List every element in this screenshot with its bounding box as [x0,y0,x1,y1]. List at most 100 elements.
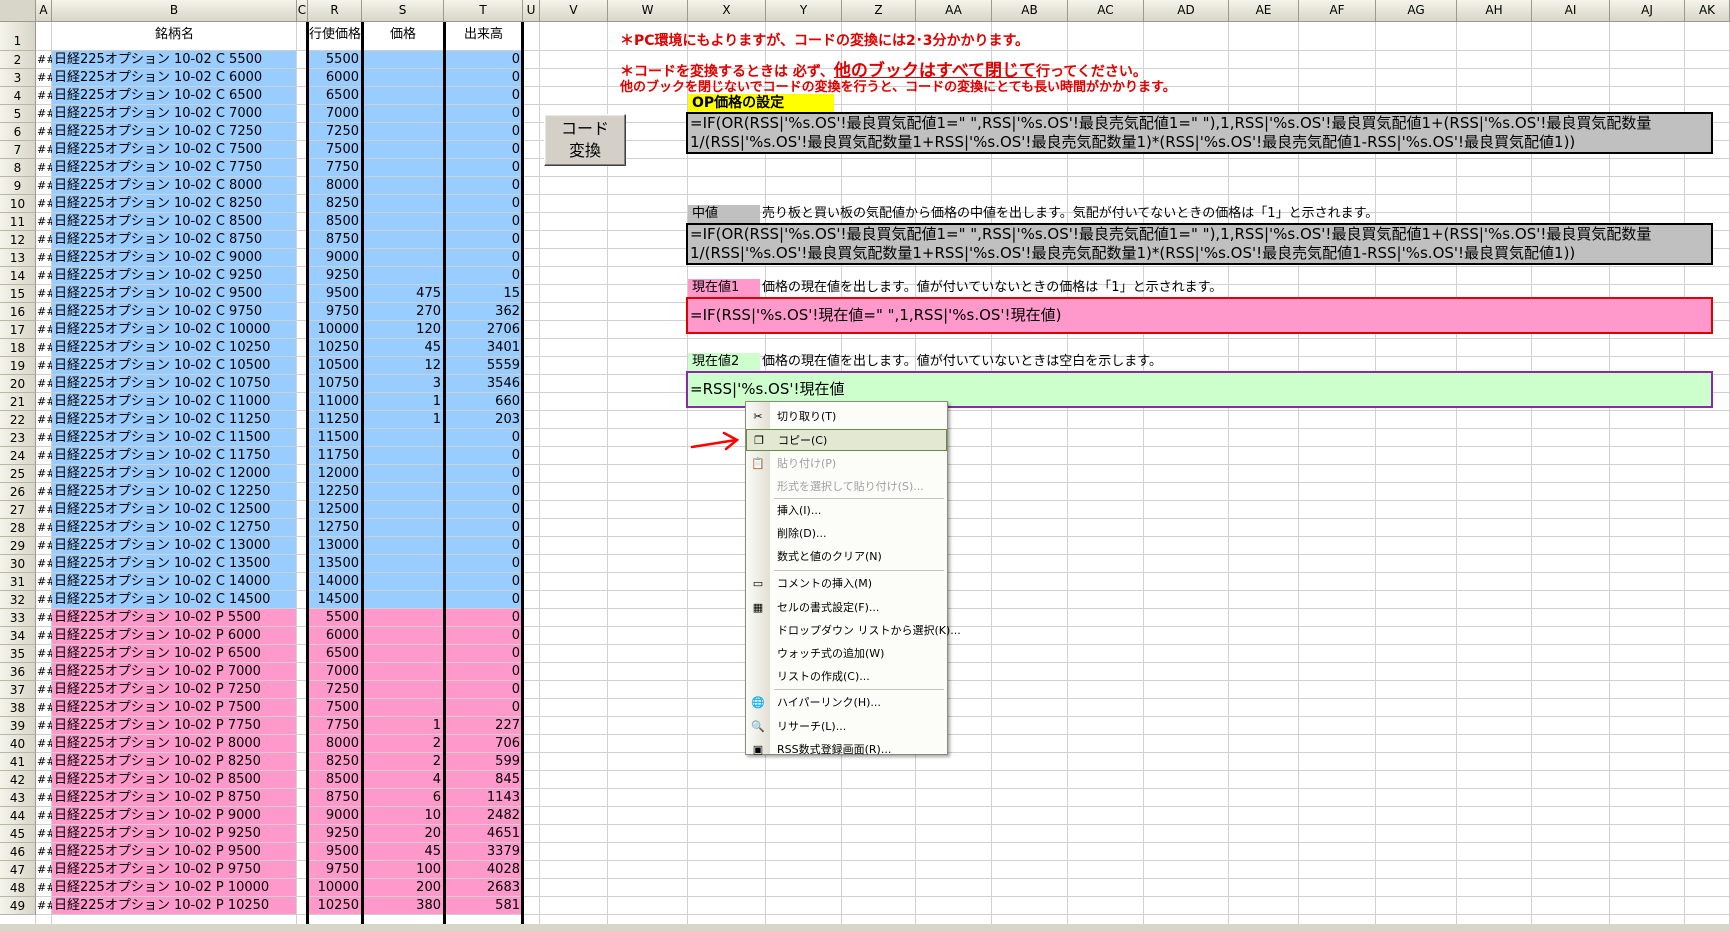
column-header-x[interactable]: X [688,0,766,22]
column-header-ai[interactable]: AI [1532,0,1610,22]
option-name-cell[interactable]: 日経225オプション 10-02 C 8000 [54,177,297,195]
strike-cell[interactable]: 7250 [308,681,362,699]
row-header[interactable]: 20 [0,375,36,393]
option-name-cell[interactable]: 日経225オプション 10-02 C 12750 [54,519,297,537]
row-header[interactable]: 25 [0,465,36,483]
price-cell[interactable]: 20 [362,825,444,843]
menu-item-5[interactable]: 挿入(I)... [746,500,947,522]
volume-cell[interactable]: 0 [444,87,523,105]
row-header[interactable]: 36 [0,663,36,681]
price-cell[interactable]: 120 [362,321,444,339]
strike-cell[interactable]: 6500 [308,645,362,663]
option-name-cell[interactable]: 日経225オプション 10-02 P 8750 [54,789,297,807]
option-name-cell[interactable]: 日経225オプション 10-02 C 14500 [54,591,297,609]
volume-cell[interactable]: 0 [444,609,523,627]
cell-a[interactable]: ## [37,807,52,825]
current1-formula-cell[interactable]: =IF(RSS|'%s.OS'!現在値=" ",1,RSS|'%s.OS'!現在… [686,297,1713,334]
volume-cell[interactable]: 0 [444,177,523,195]
menu-item-13[interactable]: 🌐 ハイパーリンク(H)... [746,692,947,714]
price-cell[interactable] [362,159,444,177]
volume-cell[interactable]: 706 [444,735,523,753]
sheet-tabs-scrollbar[interactable] [0,924,1730,931]
option-name-cell[interactable]: 日経225オプション 10-02 C 7750 [54,159,297,177]
strike-cell[interactable]: 5500 [308,51,362,69]
row-header[interactable]: 19 [0,357,36,375]
strike-cell[interactable]: 8750 [308,789,362,807]
column-header-t[interactable]: T [444,0,523,22]
column-header-b[interactable]: B [52,0,297,22]
context-menu[interactable]: ✂ 切り取り(T) ❐ コピー(C) 📋 貼り付け(P) 形式を選択して貼り付け(S)...… [745,401,961,756]
cell-a[interactable]: ## [37,465,52,483]
cell-a[interactable]: ## [37,69,52,87]
column-header-af[interactable]: AF [1299,0,1376,22]
strike-cell[interactable]: 9000 [308,249,362,267]
volume-cell[interactable]: 0 [444,447,523,465]
price-cell[interactable] [362,555,444,573]
strike-cell[interactable]: 8750 [308,231,362,249]
row-header[interactable]: 6 [0,123,36,141]
row-header[interactable]: 22 [0,411,36,429]
volume-cell[interactable]: 0 [444,123,523,141]
row-header[interactable]: 5 [0,105,36,123]
menu-item-10[interactable]: ドロップダウン リストから選択(K)... [746,620,961,642]
current2-description[interactable]: 価格の現在値を出します。値が付いていないときは空白を示します。 [762,353,1162,371]
option-name-cell[interactable]: 日経225オプション 10-02 C 11750 [54,447,297,465]
strike-cell[interactable]: 8500 [308,213,362,231]
volume-cell[interactable]: 845 [444,771,523,789]
price-cell[interactable] [362,465,444,483]
price-cell[interactable] [362,645,444,663]
menu-item-9[interactable]: ▦ セルの書式設定(F)... [746,597,947,619]
row-header[interactable]: 7 [0,141,36,159]
volume-cell[interactable]: 0 [444,483,523,501]
price-cell[interactable]: 10 [362,807,444,825]
column-header-aa[interactable]: AA [916,0,992,22]
row-header[interactable]: 28 [0,519,36,537]
row-header[interactable]: 34 [0,627,36,645]
strike-cell[interactable]: 7500 [308,141,362,159]
mid-label[interactable]: 中値 [688,205,760,223]
volume-cell[interactable]: 2482 [444,807,523,825]
price-cell[interactable] [362,105,444,123]
cell-a[interactable]: ## [37,105,52,123]
volume-cell[interactable]: 15 [444,285,523,303]
volume-cell[interactable]: 0 [444,231,523,249]
strike-cell[interactable]: 12250 [308,483,362,501]
volume-cell[interactable]: 0 [444,501,523,519]
row-header[interactable]: 8 [0,159,36,177]
price-cell[interactable] [362,681,444,699]
header-name-cell[interactable]: 銘柄名 [52,22,297,51]
row-header[interactable]: 14 [0,267,36,285]
row-header[interactable]: 4 [0,87,36,105]
strike-cell[interactable]: 10750 [308,375,362,393]
volume-cell[interactable]: 4028 [444,861,523,879]
menu-item-3[interactable]: 📋 貼り付け(P) [746,453,947,475]
cell-a[interactable]: ## [37,303,52,321]
row-header[interactable]: 47 [0,861,36,879]
row-header[interactable]: 40 [0,735,36,753]
row-header[interactable]: 49 [0,897,36,915]
volume-cell[interactable]: 0 [444,663,523,681]
price-cell[interactable]: 4 [362,771,444,789]
cell-a[interactable]: ## [37,897,52,915]
volume-cell[interactable]: 0 [444,555,523,573]
menu-item-11[interactable]: ウォッチ式の追加(W) [746,643,947,665]
strike-cell[interactable]: 5500 [308,609,362,627]
row-header[interactable]: 38 [0,699,36,717]
row-header[interactable]: 23 [0,429,36,447]
spreadsheet[interactable]: A B C R S T U V W X Y Z AA AB AC AD AE AF AG AH AI AJ AK 1 2 3 4 5 6… [0,0,1730,931]
price-cell[interactable] [362,69,444,87]
row-header[interactable]: 39 [0,717,36,735]
menu-item-14[interactable]: 🔍 リサーチ(L)... [746,716,947,738]
price-cell[interactable]: 475 [362,285,444,303]
column-header-ab[interactable]: AB [992,0,1068,22]
cell-a[interactable]: ## [37,249,52,267]
option-name-cell[interactable]: 日経225オプション 10-02 C 7250 [54,123,297,141]
strike-cell[interactable]: 6500 [308,87,362,105]
column-header-u[interactable]: U [523,0,540,22]
option-name-cell[interactable]: 日経225オプション 10-02 C 8750 [54,231,297,249]
price-cell[interactable]: 380 [362,897,444,915]
volume-cell[interactable]: 0 [444,519,523,537]
volume-cell[interactable]: 4651 [444,825,523,843]
price-cell[interactable] [362,87,444,105]
cell-a[interactable]: ## [37,501,52,519]
